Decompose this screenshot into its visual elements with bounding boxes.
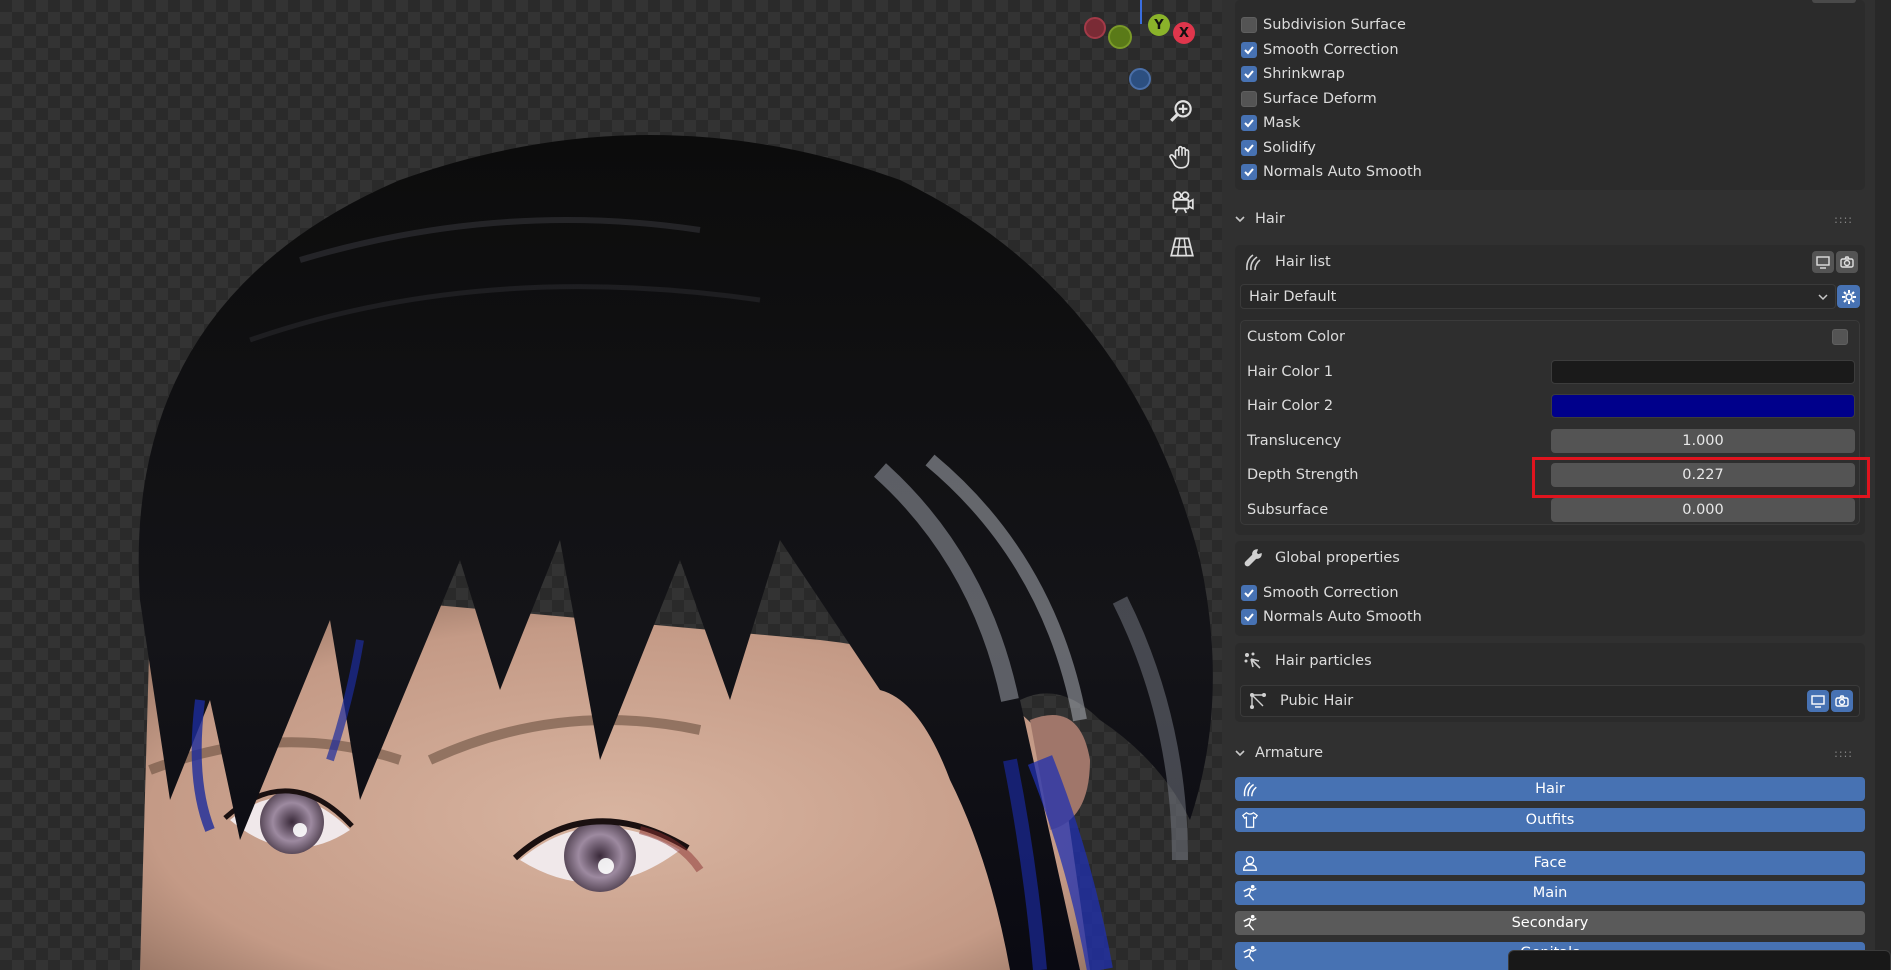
- wrench-icon: [1244, 549, 1262, 567]
- button-label: Secondary: [1511, 915, 1589, 931]
- pose-icon: [1243, 884, 1257, 901]
- checkbox[interactable]: [1241, 585, 1257, 601]
- modifier-row[interactable]: Solidify: [1241, 136, 1316, 160]
- chevron-down-icon: [1235, 750, 1245, 757]
- hair-color-2-label: Hair Color 2: [1247, 398, 1334, 414]
- gizmo-neg-x-ball[interactable]: [1084, 17, 1106, 39]
- global-property-row[interactable]: Normals Auto Smooth: [1241, 605, 1422, 629]
- camera-view-icon[interactable]: [1164, 184, 1200, 220]
- hair-section-header[interactable]: Hair ::::: [1233, 206, 1873, 232]
- custom-color-label: Custom Color: [1247, 329, 1346, 345]
- section-title: Hair: [1255, 211, 1285, 227]
- translucency-field[interactable]: 1.000: [1551, 429, 1855, 453]
- custom-color-checkbox[interactable]: [1832, 329, 1848, 345]
- shirt-icon: [1241, 812, 1259, 828]
- monitor-toggle-icon[interactable]: [1807, 690, 1829, 712]
- modifier-row[interactable]: Smooth Correction: [1241, 38, 1399, 62]
- modifier-label: Surface Deform: [1263, 91, 1377, 107]
- tooltip: [1508, 950, 1891, 970]
- button-label: Hair: [1535, 781, 1565, 797]
- armature-outfits-button[interactable]: Outfits: [1235, 808, 1865, 832]
- hair-color-1-label: Hair Color 1: [1247, 364, 1334, 380]
- particle-item[interactable]: Pubic Hair: [1248, 689, 1353, 713]
- armature-section-header[interactable]: Armature ::::: [1233, 740, 1873, 766]
- drag-handle-icon[interactable]: ::::: [1834, 747, 1853, 760]
- dropdown-value: Hair Default: [1249, 288, 1337, 305]
- gizmo-z-ball[interactable]: [1129, 68, 1151, 90]
- character-render: [138, 135, 1213, 970]
- hair-icon: [1246, 254, 1261, 271]
- global-property-row[interactable]: Smooth Correction: [1241, 581, 1399, 605]
- particles-icon: [1244, 652, 1261, 669]
- checkbox[interactable]: [1241, 164, 1257, 180]
- pose-icon: [1243, 945, 1257, 962]
- chevron-down-icon: [1235, 216, 1245, 223]
- armature-main-button[interactable]: Main: [1235, 881, 1865, 905]
- particle-system-icon: [1250, 693, 1266, 709]
- global-property-label: Smooth Correction: [1263, 585, 1399, 601]
- chevron-down-icon: [1818, 294, 1828, 301]
- global-properties-title: Global properties: [1275, 550, 1400, 566]
- armature-secondary-button[interactable]: Secondary: [1235, 911, 1865, 935]
- hair-list-header: Hair list: [1243, 250, 1331, 274]
- modifier-label: Solidify: [1263, 140, 1316, 156]
- modifier-label: Subdivision Surface: [1263, 17, 1406, 33]
- modifier-label: Normals Auto Smooth: [1263, 164, 1422, 180]
- hair-color-2-swatch[interactable]: [1551, 394, 1855, 418]
- subsurface-label: Subsurface: [1247, 502, 1329, 518]
- hair-particles-title: Hair particles: [1275, 653, 1372, 669]
- zoom-icon[interactable]: [1164, 93, 1200, 129]
- gizmo-neg-z-ball[interactable]: [1108, 25, 1132, 49]
- depth-strength-label: Depth Strength: [1247, 467, 1359, 483]
- hair-particles-header: Hair particles: [1243, 649, 1372, 673]
- user-icon: [1243, 856, 1257, 871]
- monitor-toggle-icon[interactable]: [1812, 251, 1834, 273]
- hair-icon: [1243, 782, 1257, 797]
- 3d-viewport[interactable]: Y X: [0, 0, 1222, 970]
- translucency-label: Translucency: [1247, 433, 1342, 449]
- highlight-box: [1532, 457, 1870, 498]
- gear-icon[interactable]: [1837, 285, 1860, 308]
- checkbox[interactable]: [1241, 66, 1257, 82]
- hand-pan-icon[interactable]: [1164, 139, 1200, 175]
- camera-toggle-icon[interactable]: [1836, 251, 1858, 273]
- checkbox[interactable]: [1241, 115, 1257, 131]
- hair-preset-dropdown[interactable]: Hair Default: [1240, 284, 1836, 309]
- modifier-row[interactable]: Subdivision Surface: [1241, 13, 1406, 37]
- checkbox[interactable]: [1241, 140, 1257, 156]
- global-properties-header: Global properties: [1243, 546, 1400, 570]
- camera-toggle-icon[interactable]: [1831, 690, 1853, 712]
- gizmo-y-ball[interactable]: Y: [1148, 14, 1170, 36]
- particle-item-label: Pubic Hair: [1280, 693, 1354, 709]
- modifier-row[interactable]: Mask: [1241, 111, 1300, 135]
- hair-list-title: Hair list: [1275, 254, 1331, 270]
- checkbox[interactable]: [1241, 17, 1257, 33]
- modifier-label: Mask: [1263, 115, 1301, 131]
- hair-color-1-swatch[interactable]: [1551, 360, 1855, 384]
- checkbox[interactable]: [1241, 91, 1257, 107]
- modifier-row[interactable]: Surface Deform: [1241, 87, 1377, 111]
- modifier-row[interactable]: Normals Auto Smooth: [1241, 160, 1422, 184]
- modifier-label: Smooth Correction: [1263, 42, 1399, 58]
- perspective-grid-icon[interactable]: [1164, 229, 1200, 265]
- button-label: Face: [1533, 855, 1567, 871]
- subsurface-field[interactable]: 0.000: [1551, 498, 1855, 522]
- modifier-label: Shrinkwrap: [1263, 66, 1345, 82]
- drag-handle-icon[interactable]: ::::: [1834, 213, 1853, 226]
- armature-hair-button[interactable]: Hair: [1235, 777, 1865, 801]
- section-title: Armature: [1255, 745, 1324, 761]
- panel-scrollbar[interactable]: [1875, 0, 1891, 970]
- armature-face-button[interactable]: Face: [1235, 851, 1865, 875]
- modifier-row[interactable]: Shrinkwrap: [1241, 62, 1345, 86]
- gizmo-x-ball[interactable]: X: [1173, 22, 1195, 44]
- button-label: Outfits: [1525, 812, 1575, 828]
- global-property-label: Normals Auto Smooth: [1263, 609, 1422, 625]
- pose-icon: [1243, 914, 1257, 931]
- checkbox[interactable]: [1241, 42, 1257, 58]
- checkbox[interactable]: [1241, 609, 1257, 625]
- button-label: Main: [1532, 885, 1568, 901]
